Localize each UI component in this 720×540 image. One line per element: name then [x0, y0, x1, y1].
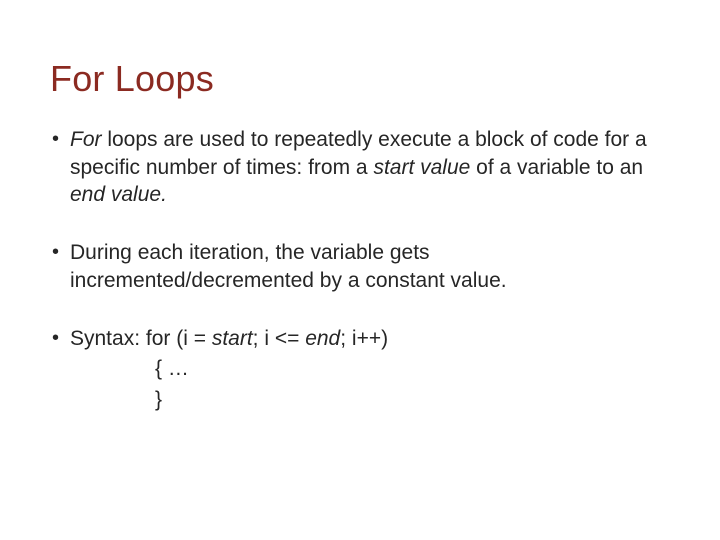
bullet-3: Syntax: for (i = start; i <= end; i++) {… [52, 325, 668, 416]
bullet-3-line1-e: ; i++) [340, 327, 388, 350]
bullet-3-line1-start: start [212, 327, 253, 350]
bullet-1-italic-for: For [70, 128, 102, 151]
bullet-3-label: Syntax: [70, 327, 146, 350]
bullet-list: For loops are used to repeatedly execute… [48, 126, 672, 415]
bullet-3-code-block: { … } [155, 354, 668, 415]
bullet-1: For loops are used to repeatedly execute… [52, 126, 668, 209]
bullet-2-text: During each iteration, the variable gets… [70, 241, 507, 292]
slide: For Loops For loops are used to repeated… [0, 0, 720, 540]
bullet-3-line1-a: for (i = [146, 327, 212, 350]
bullet-3-line1-c: ; i <= [253, 327, 306, 350]
slide-title: For Loops [50, 58, 672, 100]
bullet-1-italic-end: end value. [70, 183, 167, 206]
bullet-2: During each iteration, the variable gets… [52, 239, 668, 294]
bullet-1-text-b: of a variable to an [470, 156, 643, 179]
bullet-1-italic-start: start value [373, 156, 470, 179]
bullet-3-line2: { … [155, 354, 668, 384]
bullet-3-line3: } [155, 385, 668, 415]
bullet-3-line1-end: end [305, 327, 340, 350]
